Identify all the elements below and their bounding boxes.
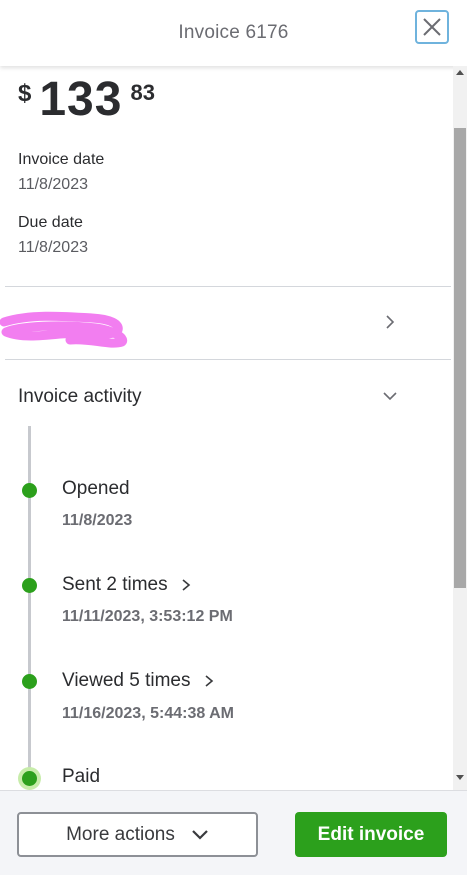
amount-cents: 83 [130,80,155,105]
chevron-right-icon [386,315,395,329]
redaction-scribble [0,311,128,348]
chevron-down-icon [191,829,209,841]
chevron-right-icon [203,674,215,688]
event-paid-title: Paid [62,766,100,788]
event-title-text: Sent 2 times [62,574,168,595]
event-opened-title: Opened [62,478,130,500]
close-button[interactable] [415,10,449,44]
panel-header: Invoice 6176 [0,0,467,66]
more-actions-button[interactable]: More actions [17,812,258,857]
invoice-details: $ 133 83 Invoice date 11/8/2023 Due date… [0,66,467,790]
customer-row[interactable] [0,286,451,359]
scroll-down-arrow-icon[interactable] [456,775,464,780]
close-icon [423,18,441,36]
timeline-dot-paid [22,771,37,786]
event-opened-date: 11/8/2023 [62,512,133,529]
invoice-activity-heading[interactable]: Invoice activity [18,386,142,408]
amount-currency: $ [18,80,32,107]
edit-invoice-button[interactable]: Edit invoice [295,812,447,857]
invoice-date-value: 11/8/2023 [18,176,88,193]
due-date-value: 11/8/2023 [18,239,88,256]
timeline-dot [22,578,37,593]
timeline-line [28,426,31,771]
timeline-dot [22,483,37,498]
chevron-right-icon [180,578,192,592]
event-title-text: Viewed 5 times [62,670,191,691]
page-title: Invoice 6176 [178,22,289,43]
amount-whole: 133 [39,73,123,126]
action-footer: More actions Edit invoice [0,790,467,875]
event-sent-title[interactable]: Sent 2 times [62,574,192,596]
more-actions-label: More actions [66,823,175,845]
due-date-label: Due date [18,214,83,231]
invoice-date-label: Invoice date [18,151,105,168]
event-title-text: Paid [62,766,101,787]
event-viewed-date: 11/16/2023, 5:44:38 AM [62,705,234,722]
scroll-up-arrow-icon[interactable] [456,70,464,75]
event-sent-date: 11/11/2023, 3:53:12 PM [62,608,233,625]
divider [5,359,451,360]
timeline-dot [22,674,37,689]
scrollbar-thumb[interactable] [454,128,466,588]
chevron-down-icon[interactable] [382,388,398,404]
event-viewed-title[interactable]: Viewed 5 times [62,670,215,692]
invoice-amount: $ 133 83 [18,76,155,124]
event-title-text: Opened [62,478,130,499]
